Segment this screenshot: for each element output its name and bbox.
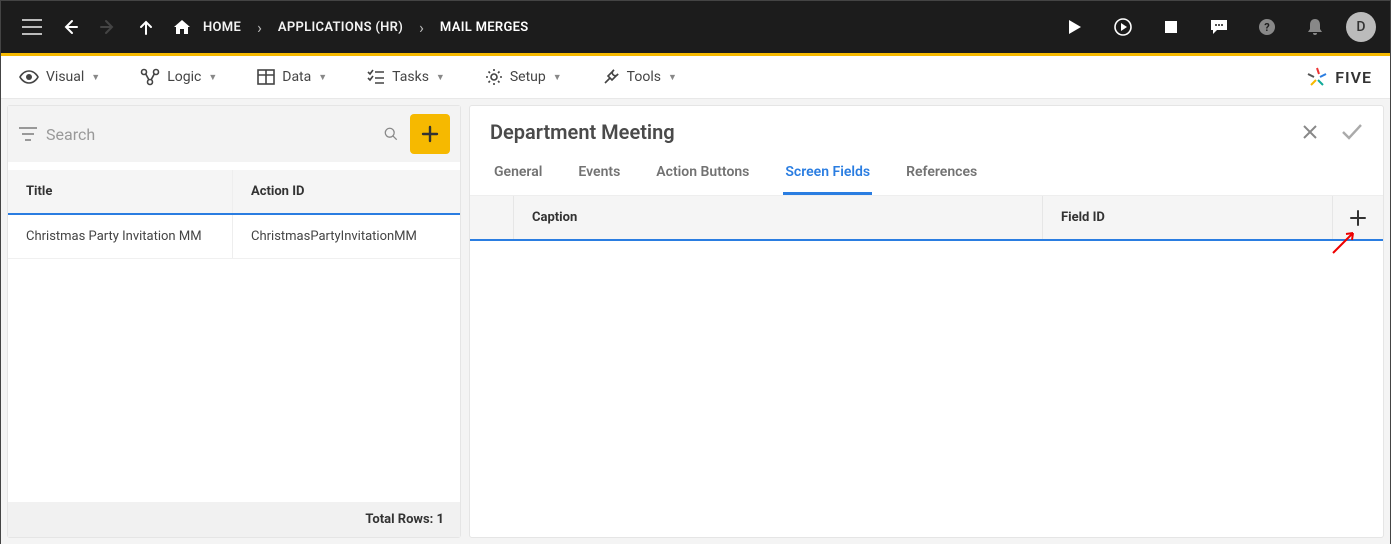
col-header-field-id[interactable]: Field ID <box>1043 196 1333 239</box>
chevron-down-icon: ▼ <box>318 72 327 83</box>
close-button[interactable] <box>1301 123 1319 141</box>
chevron-down-icon: ▼ <box>668 72 677 83</box>
page-title: Department Meeting <box>490 120 675 144</box>
tab-screen-fields[interactable]: Screen Fields <box>783 152 872 195</box>
col-header-action-id[interactable]: Action ID <box>233 170 460 213</box>
logic-icon <box>140 68 160 86</box>
bell-icon <box>1307 18 1323 36</box>
gear-icon <box>485 68 503 86</box>
menu-label: Tools <box>627 69 661 85</box>
tasks-icon <box>367 69 385 85</box>
menu-setup[interactable]: Setup ▼ <box>485 68 562 86</box>
menu-logic[interactable]: Logic ▼ <box>140 68 217 86</box>
breadcrumb-home[interactable]: HOME <box>197 20 247 35</box>
detail-panel: Department Meeting General Events Action… <box>469 105 1384 538</box>
workspace: Title Action ID Christmas Party Invitati… <box>1 99 1390 544</box>
home-icon <box>173 19 191 35</box>
menu-data[interactable]: Data ▼ <box>257 69 327 85</box>
help-icon: ? <box>1258 18 1276 36</box>
list-header: Title Action ID <box>8 170 460 215</box>
tabs: General Events Action Buttons Screen Fie… <box>470 152 1383 196</box>
chevron-down-icon: ▼ <box>436 72 445 83</box>
arrow-right-icon <box>99 18 117 36</box>
up-button[interactable] <box>129 10 163 44</box>
tab-events[interactable]: Events <box>576 152 622 195</box>
stop-button[interactable] <box>1154 10 1188 44</box>
menu-tasks[interactable]: Tasks ▼ <box>367 69 445 85</box>
chevron-down-icon: ▼ <box>91 72 100 83</box>
save-button[interactable] <box>1341 123 1363 141</box>
add-button[interactable] <box>410 114 450 154</box>
menu-label: Data <box>282 69 311 85</box>
search-bar <box>8 106 460 162</box>
hamburger-icon <box>22 19 42 35</box>
help-button[interactable]: ? <box>1250 10 1284 44</box>
chevron-down-icon: ▼ <box>553 72 562 83</box>
tab-action-buttons[interactable]: Action Buttons <box>654 152 751 195</box>
col-header-title[interactable]: Title <box>8 170 233 213</box>
chat-button[interactable] <box>1202 10 1236 44</box>
plus-icon <box>1350 210 1366 226</box>
add-field-button[interactable] <box>1333 196 1383 239</box>
menu-label: Logic <box>167 69 201 85</box>
tab-general[interactable]: General <box>492 152 544 195</box>
check-icon <box>1341 123 1363 141</box>
list-footer: Total Rows: 1 <box>8 502 460 537</box>
menu-tools[interactable]: Tools ▼ <box>602 68 677 86</box>
subgrid-header: Caption Field ID <box>470 196 1383 241</box>
svg-text:?: ? <box>1264 21 1270 34</box>
close-icon <box>1301 123 1319 141</box>
back-button[interactable] <box>53 10 87 44</box>
topbar-left: HOME › APPLICATIONS (HR) › MAIL MERGES <box>15 10 534 44</box>
arrow-left-icon <box>61 18 79 36</box>
col-header-caption[interactable]: Caption <box>514 196 1043 239</box>
breadcrumb-current: MAIL MERGES <box>434 20 535 35</box>
tools-icon <box>602 68 620 86</box>
chevron-right-icon: › <box>409 18 434 37</box>
list-panel: Title Action ID Christmas Party Invitati… <box>7 105 461 538</box>
menu-label: Setup <box>510 69 546 85</box>
plus-icon <box>421 125 439 143</box>
avatar[interactable]: D <box>1346 12 1376 42</box>
notifications-button[interactable] <box>1298 10 1332 44</box>
deploy-button[interactable] <box>1106 10 1140 44</box>
play-icon <box>1068 19 1082 35</box>
menu-label: Visual <box>46 69 84 85</box>
menu-visual[interactable]: Visual ▼ <box>19 69 100 85</box>
chevron-right-icon: › <box>247 18 272 37</box>
chat-icon <box>1209 18 1229 36</box>
search-input[interactable] <box>46 125 372 144</box>
breadcrumb-applications[interactable]: APPLICATIONS (HR) <box>272 20 409 35</box>
filter-icon[interactable] <box>18 126 38 142</box>
brand-icon <box>1305 65 1329 89</box>
list-body: Christmas Party Invitation MM ChristmasP… <box>8 215 460 502</box>
menubar: Visual ▼ Logic ▼ Data ▼ Tasks ▼ Setup ▼ … <box>1 56 1390 99</box>
list-row[interactable]: Christmas Party Invitation MM ChristmasP… <box>8 215 460 259</box>
tab-references[interactable]: References <box>904 152 979 195</box>
cell-title: Christmas Party Invitation MM <box>8 215 233 258</box>
col-header-handle <box>470 196 514 239</box>
topbar-right: ? D <box>1058 10 1376 44</box>
eye-icon <box>19 70 39 84</box>
menu-label: Tasks <box>392 69 429 85</box>
topbar: HOME › APPLICATIONS (HR) › MAIL MERGES ?… <box>1 1 1390 53</box>
hamburger-button[interactable] <box>15 10 49 44</box>
chevron-down-icon: ▼ <box>208 72 217 83</box>
arrow-up-icon <box>138 19 154 35</box>
brand-text: FIVE <box>1335 68 1372 87</box>
cell-action-id: ChristmasPartyInvitationMM <box>233 215 460 258</box>
forward-button <box>91 10 125 44</box>
run-button[interactable] <box>1058 10 1092 44</box>
breadcrumb: HOME › APPLICATIONS (HR) › MAIL MERGES <box>173 18 534 37</box>
stop-icon <box>1164 20 1178 34</box>
detail-header: Department Meeting <box>470 106 1383 152</box>
brand-logo: FIVE <box>1305 65 1372 89</box>
search-icon[interactable] <box>380 123 402 145</box>
table-icon <box>257 69 275 85</box>
play-circle-icon <box>1113 17 1133 37</box>
detail-actions <box>1301 123 1363 141</box>
